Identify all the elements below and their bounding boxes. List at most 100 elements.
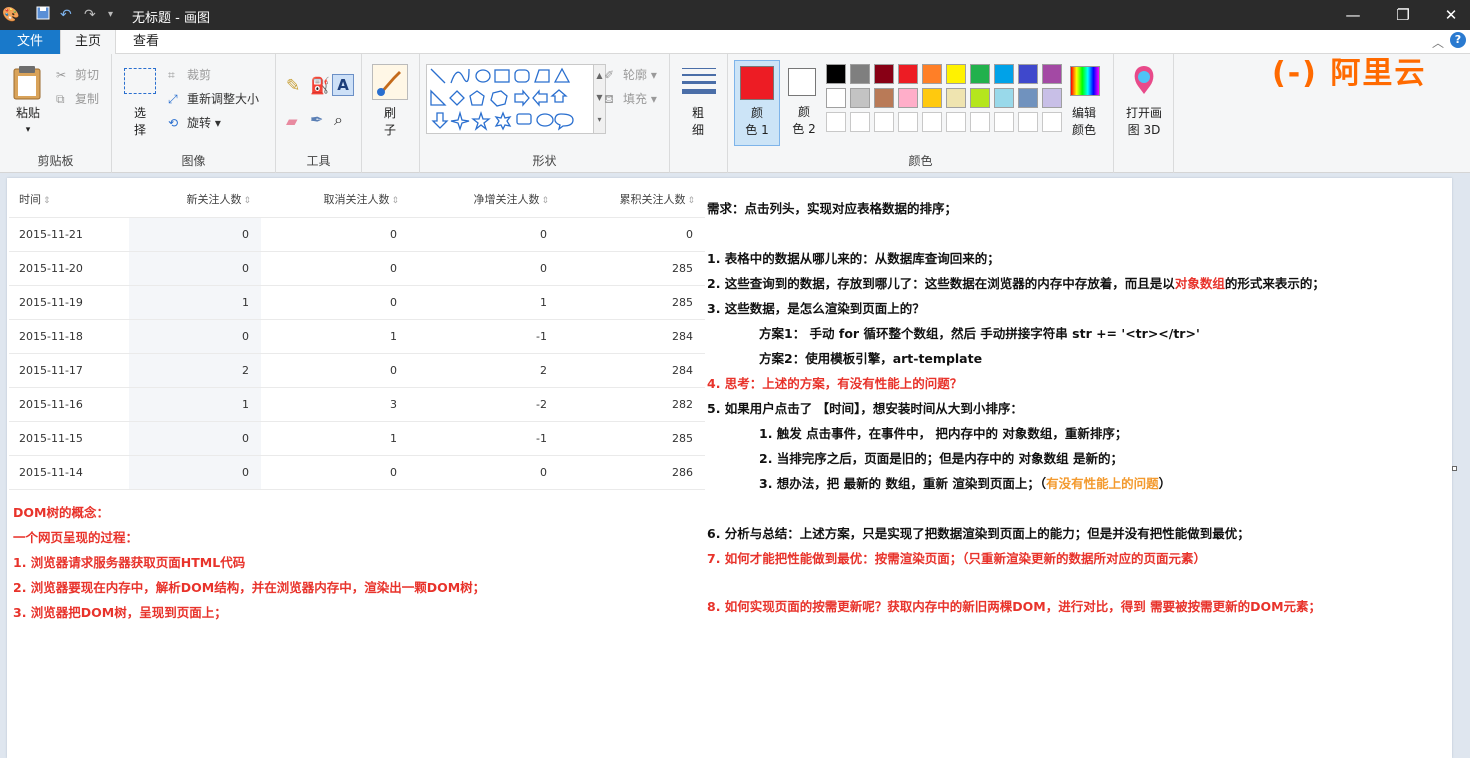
palette-custom-swatch[interactable] (1018, 112, 1038, 132)
paint3d-group: 打开画 图 3D (1114, 54, 1174, 173)
paint-canvas[interactable]: 时间 ⇕ 新关注人数 ⇕ 取消关注人数 ⇕ 净增关注人数 ⇕ 累积关注人数 ⇕ 2015-11-2… (7, 178, 1452, 758)
magnifier-icon[interactable]: ⌕ (334, 110, 343, 130)
palette-swatch[interactable] (826, 88, 846, 108)
outline-button[interactable]: ✐ 轮廓 ▾ (604, 66, 657, 84)
paste-button[interactable] (12, 64, 42, 104)
fill-bucket-icon[interactable]: ⛽ (310, 76, 330, 95)
table-cell: 286 (559, 455, 705, 490)
palette-swatch[interactable] (922, 64, 942, 84)
rotate-button[interactable]: ⟲ 旋转 ▾ (168, 114, 221, 132)
palette-swatch[interactable] (826, 64, 846, 84)
size-label[interactable]: 粗 (680, 105, 716, 122)
sort-icon[interactable]: ⇕ (243, 196, 251, 206)
select-label-2[interactable]: 择 (122, 122, 158, 139)
sort-icon[interactable]: ⇕ (391, 196, 399, 206)
quick-access-dropdown-icon[interactable]: ▾ (108, 6, 113, 24)
sort-icon[interactable]: ⇕ (687, 196, 695, 206)
palette-swatch[interactable] (1018, 88, 1038, 108)
select-icon[interactable] (124, 68, 156, 94)
sort-icon[interactable]: ⇕ (541, 196, 549, 206)
color1-button[interactable]: 颜 色 1 (734, 60, 780, 146)
brush-icon[interactable] (372, 64, 408, 100)
tab-home[interactable]: 主页 (60, 30, 116, 54)
crop-button[interactable]: ⌗ 裁剪 (168, 66, 211, 84)
palette-swatch[interactable] (922, 88, 942, 108)
select-label[interactable]: 选 (122, 105, 158, 122)
image-group-label: 图像 (181, 154, 206, 168)
column-header-3[interactable]: 净增关注人数 ⇕ (409, 181, 559, 218)
eraser-icon[interactable]: ▰ (286, 112, 298, 130)
table-cell: 0 (129, 455, 261, 490)
palette-swatch[interactable] (994, 64, 1014, 84)
crop-label: 裁剪 (187, 68, 212, 82)
palette-swatch[interactable] (946, 64, 966, 84)
palette-custom-swatch[interactable] (1042, 112, 1062, 132)
maximize-button[interactable]: ❐ (1380, 3, 1426, 27)
color-palette[interactable] (826, 64, 1066, 136)
table-cell: 0 (409, 251, 559, 286)
pencil-icon[interactable]: ✎ (286, 76, 300, 96)
tab-view[interactable]: 查看 (122, 30, 170, 54)
minimize-button[interactable]: — (1330, 3, 1376, 27)
window-title: 无标题 - 画图 (132, 11, 210, 26)
column-header-2[interactable]: 取消关注人数 ⇕ (261, 181, 409, 218)
palette-swatch[interactable] (898, 88, 918, 108)
color2-button[interactable]: 颜 色 2 (782, 60, 828, 146)
save-icon[interactable] (36, 6, 50, 25)
canvas-resize-handle[interactable] (1452, 466, 1457, 471)
palette-custom-swatch[interactable] (826, 112, 846, 132)
palette-swatch[interactable] (1042, 64, 1062, 84)
paint3d-icon[interactable] (1130, 64, 1158, 98)
close-button[interactable]: ✕ (1428, 3, 1470, 27)
palette-custom-swatch[interactable] (850, 112, 870, 132)
palette-custom-swatch[interactable] (898, 112, 918, 132)
table-cell: 285 (559, 421, 705, 456)
palette-swatch[interactable] (994, 88, 1014, 108)
color-picker-icon[interactable]: ✒ (310, 110, 323, 129)
edit-colors-label[interactable]: 编辑 (1066, 105, 1102, 122)
edit-colors-label-2[interactable]: 颜色 (1066, 122, 1102, 139)
palette-swatch[interactable] (1042, 88, 1062, 108)
edit-colors-icon[interactable] (1070, 66, 1100, 96)
copy-button[interactable]: ⧉ 复制 (56, 90, 99, 108)
palette-custom-swatch[interactable] (922, 112, 942, 132)
sort-icon[interactable]: ⇕ (43, 196, 51, 206)
cut-button[interactable]: ✂ 剪切 (56, 66, 99, 84)
palette-swatch[interactable] (970, 88, 990, 108)
resize-button[interactable]: ⤢ 重新调整大小 (168, 90, 259, 108)
palette-swatch[interactable] (970, 64, 990, 84)
clipboard-group-label: 剪贴板 (37, 154, 74, 168)
paint3d-label-2[interactable]: 图 3D (1118, 122, 1170, 139)
tab-file[interactable]: 文件 (0, 30, 60, 54)
shapes-gallery[interactable] (426, 64, 594, 134)
brushes-label-2[interactable]: 子 (372, 122, 408, 139)
paste-dropdown-icon[interactable]: ▾ (22, 122, 34, 139)
note-7: 7. 如何才能把性能做到最优：按需渲染页面；（只重新渲染更新的数据所对应的页面元… (707, 551, 1207, 566)
table-cell: 285 (559, 251, 705, 286)
undo-icon[interactable]: ↶ (60, 6, 72, 24)
column-header-4[interactable]: 累积关注人数 ⇕ (559, 181, 705, 218)
palette-custom-swatch[interactable] (970, 112, 990, 132)
size-label-2[interactable]: 细 (680, 122, 716, 139)
help-icon[interactable]: ? (1450, 32, 1466, 48)
brushes-label[interactable]: 刷 (372, 105, 408, 122)
collapse-ribbon-icon[interactable]: ︿ (1432, 34, 1444, 51)
palette-swatch[interactable] (898, 64, 918, 84)
paint3d-label[interactable]: 打开画 (1118, 105, 1170, 122)
fill-button[interactable]: ⛾ 填充 ▾ (604, 90, 657, 108)
palette-swatch[interactable] (850, 88, 870, 108)
palette-custom-swatch[interactable] (946, 112, 966, 132)
text-tool-icon[interactable]: A (332, 74, 354, 96)
palette-swatch[interactable] (850, 64, 870, 84)
note-2-part-a: 2. 这些查询到的数据，存放到哪儿了：这些数据在浏览器的内存中存放着，而且是以 (707, 276, 1175, 291)
palette-swatch[interactable] (874, 88, 894, 108)
column-header-0[interactable]: 时间 ⇕ (9, 181, 129, 218)
size-lines-icon[interactable] (682, 68, 716, 94)
palette-custom-swatch[interactable] (994, 112, 1014, 132)
palette-swatch[interactable] (946, 88, 966, 108)
palette-custom-swatch[interactable] (874, 112, 894, 132)
palette-swatch[interactable] (1018, 64, 1038, 84)
column-header-1[interactable]: 新关注人数 ⇕ (129, 181, 261, 218)
palette-swatch[interactable] (874, 64, 894, 84)
redo-icon[interactable]: ↷ (84, 6, 96, 24)
